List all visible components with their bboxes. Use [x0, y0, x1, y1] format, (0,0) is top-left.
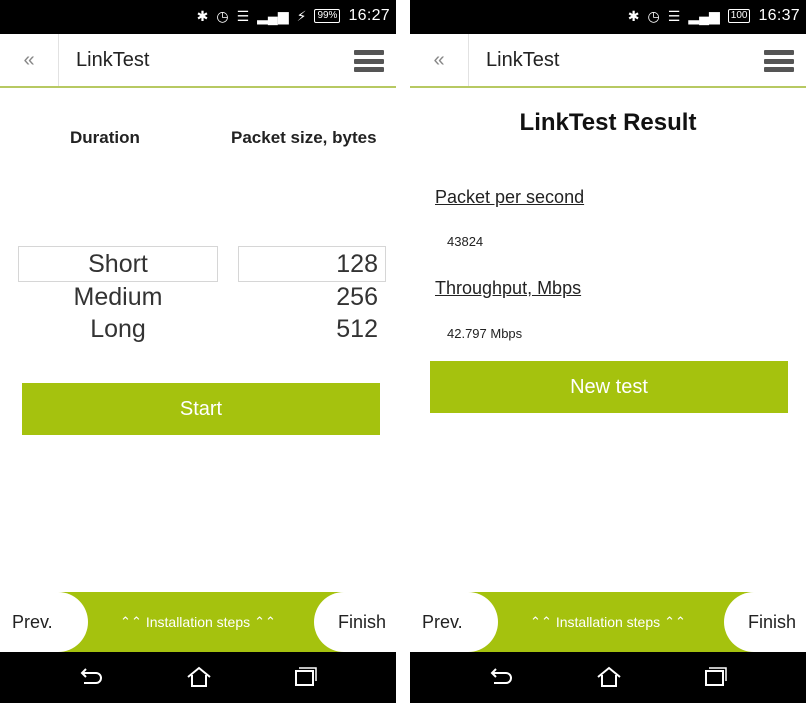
throughput-label: Throughput, Mbps: [435, 278, 582, 298]
installation-steps-label: Installation steps: [145, 614, 251, 630]
back-button[interactable]: «: [0, 34, 59, 86]
battery-level: 100: [727, 9, 751, 23]
home-icon[interactable]: [186, 666, 212, 688]
double-chevron-left-icon: «: [433, 48, 445, 71]
throughput-value: 42.797 Mbps: [447, 326, 523, 341]
signal-icon: ▂▄▆: [688, 8, 720, 24]
prev-button[interactable]: Prev.: [0, 592, 88, 652]
duration-option-short[interactable]: Short: [18, 250, 218, 279]
steps-footer: ⌃⌃ Installation steps ⌃⌃ Prev. Finish: [0, 592, 396, 652]
result-title: LinkTest Result: [519, 109, 697, 136]
status-time: 16:37: [758, 7, 800, 24]
start-button[interactable]: Start: [22, 383, 380, 435]
packet-size-header: Packet size, bytes: [231, 128, 377, 147]
page-title: LinkTest: [486, 49, 560, 71]
bluetooth-icon: ✱: [196, 8, 209, 24]
wifi-icon: ☰: [236, 8, 250, 24]
hamburger-icon[interactable]: [354, 50, 384, 72]
battery-level: 99%: [314, 9, 341, 23]
double-chevron-up-icon: ⌃⌃: [120, 614, 142, 629]
double-chevron-up-icon: ⌃⌃: [254, 614, 276, 629]
system-nav-bar: [0, 652, 396, 703]
back-icon[interactable]: [78, 666, 104, 688]
status-bar: ✱ ◷ ☰ ▂▄▆ 100 16:37: [410, 0, 806, 34]
packet-option-512[interactable]: 512: [248, 315, 378, 344]
double-chevron-up-icon: ⌃⌃: [664, 614, 686, 629]
system-nav-bar: [410, 652, 806, 703]
double-chevron-left-icon: «: [23, 48, 35, 71]
packet-option-128[interactable]: 128: [248, 250, 378, 279]
recent-apps-icon[interactable]: [702, 666, 728, 688]
duration-option-medium[interactable]: Medium: [18, 283, 218, 312]
app-header: « LinkTest: [410, 34, 806, 88]
installation-steps-label: Installation steps: [555, 614, 661, 630]
linktest-result-screen: ✱ ◷ ☰ ▂▄▆ 100 16:37 « LinkTest LinkTest …: [410, 0, 806, 703]
app-header: « LinkTest: [0, 34, 396, 88]
prev-button[interactable]: Prev.: [410, 592, 498, 652]
linktest-setup-screen: ✱ ◷ ☰ ▂▄▆ ⚡ 99% 16:27 « LinkTest Duratio…: [0, 0, 396, 703]
back-button[interactable]: «: [410, 34, 469, 86]
finish-button[interactable]: Finish: [314, 592, 396, 652]
hamburger-icon[interactable]: [764, 50, 794, 72]
packets-per-second-value: 43824: [447, 234, 484, 249]
signal-icon: ▂▄▆: [257, 8, 289, 24]
home-icon[interactable]: [596, 666, 622, 688]
duration-header: Duration: [70, 128, 140, 147]
back-icon[interactable]: [488, 666, 514, 688]
charging-icon: ⚡: [296, 8, 307, 24]
status-bar: ✱ ◷ ☰ ▂▄▆ ⚡ 99% 16:27: [0, 0, 396, 34]
duration-option-long[interactable]: Long: [18, 315, 218, 344]
new-test-button[interactable]: New test: [430, 361, 788, 413]
steps-footer: ⌃⌃ Installation steps ⌃⌃ Prev. Finish: [410, 592, 806, 652]
page-title: LinkTest: [76, 49, 150, 71]
wifi-icon: ☰: [667, 8, 681, 24]
status-time: 16:27: [348, 7, 390, 24]
recent-apps-icon[interactable]: [292, 666, 318, 688]
finish-button[interactable]: Finish: [724, 592, 806, 652]
double-chevron-up-icon: ⌃⌃: [530, 614, 552, 629]
bluetooth-icon: ✱: [627, 8, 640, 24]
packet-option-256[interactable]: 256: [248, 283, 378, 312]
packets-per-second-label: Packet per second: [435, 187, 585, 207]
alarm-icon: ◷: [216, 8, 229, 24]
alarm-icon: ◷: [647, 8, 660, 24]
